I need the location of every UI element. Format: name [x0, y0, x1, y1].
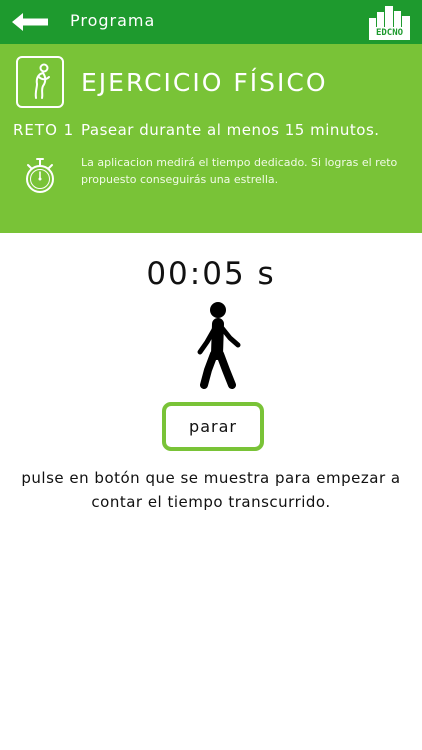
back-button[interactable]	[10, 10, 54, 34]
instructions-text: pulse en botón que se muestra para empez…	[21, 469, 401, 511]
elapsed-time: 00:05 s	[146, 256, 276, 292]
stop-button[interactable]: parar	[162, 402, 264, 451]
arrow-left-icon	[12, 13, 48, 31]
exercise-header: EJERCICIO FÍSICO RETO 1 Pasear durante a…	[0, 44, 422, 233]
logo-text: EDCNO	[375, 28, 404, 38]
reto-description: Pasear durante al menos 15 minutos.	[81, 121, 380, 139]
top-bar: Programa EDCNO	[0, 0, 422, 44]
walking-person-icon	[197, 302, 241, 389]
edcno-logo: EDCNO	[368, 6, 412, 40]
info-text: La aplicacion medirá el tiempo dedicado.…	[81, 156, 398, 186]
exercise-person-icon	[34, 63, 50, 99]
page-title: Programa	[70, 11, 156, 30]
stopwatch-icon	[26, 158, 54, 193]
reto-label: RETO 1	[13, 121, 75, 139]
exercise-icon-box	[16, 56, 64, 108]
exercise-title: EJERCICIO FÍSICO	[81, 68, 328, 97]
